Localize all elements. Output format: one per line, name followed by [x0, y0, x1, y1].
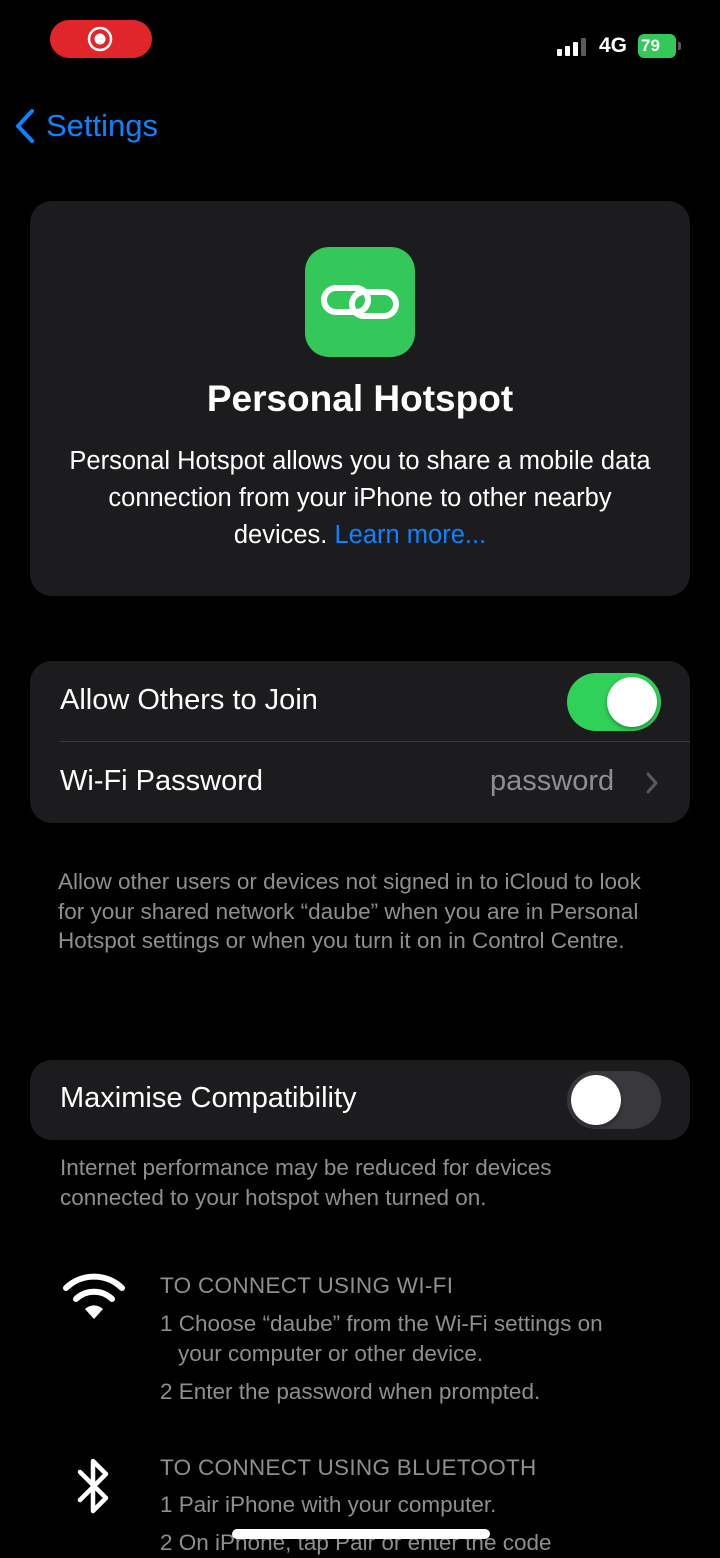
- back-label: Settings: [46, 108, 159, 143]
- wifi-password-label: Wi-Fi Password: [60, 765, 264, 797]
- signal-strength-icon: [557, 38, 586, 56]
- wifi-instructions-title: TO CONNECT USING WI-FI: [160, 1273, 454, 1298]
- learn-more-link[interactable]: Learn more...: [334, 521, 486, 549]
- toggle-knob: [571, 1075, 621, 1125]
- page-title: Personal Hotspot: [206, 378, 514, 419]
- allow-others-label: Allow Others to Join: [60, 684, 318, 716]
- battery-icon: 79: [638, 34, 682, 58]
- chevron-right-icon: [646, 772, 658, 794]
- wifi-step-1-continued: your computer or other device.: [178, 1341, 484, 1366]
- maximise-footer: Internet performance may be reduced for …: [60, 1155, 552, 1210]
- wifi-password-value: password: [490, 765, 615, 797]
- back-button[interactable]: Settings: [14, 108, 158, 144]
- chevron-left-icon: [16, 109, 34, 143]
- toggle-knob: [607, 677, 657, 727]
- bluetooth-step-1: 1 Pair iPhone with your computer.: [160, 1492, 497, 1517]
- battery-level: 79: [641, 36, 660, 55]
- network-type: 4G: [599, 34, 628, 57]
- wifi-step-2: 2 Enter the password when prompted.: [160, 1379, 541, 1404]
- record-icon: [87, 26, 113, 52]
- bluetooth-icon: [77, 1458, 109, 1514]
- maximise-compatibility-label: Maximise Compatibility: [60, 1082, 357, 1114]
- maximise-compatibility-toggle[interactable]: [567, 1071, 661, 1129]
- home-indicator[interactable]: [232, 1529, 490, 1539]
- link-chain-icon: [305, 247, 415, 357]
- allow-others-footer: Allow other users or devices not signed …: [58, 869, 641, 953]
- hotspot-description: Personal Hotspot allows you to share a m…: [60, 443, 660, 554]
- wifi-icon: [63, 1273, 125, 1319]
- wifi-step-1: 1 Choose “daube” from the Wi-Fi settings…: [160, 1311, 603, 1336]
- allow-others-toggle[interactable]: [567, 673, 661, 731]
- bluetooth-instructions-title: TO CONNECT USING BLUETOOTH: [160, 1455, 537, 1480]
